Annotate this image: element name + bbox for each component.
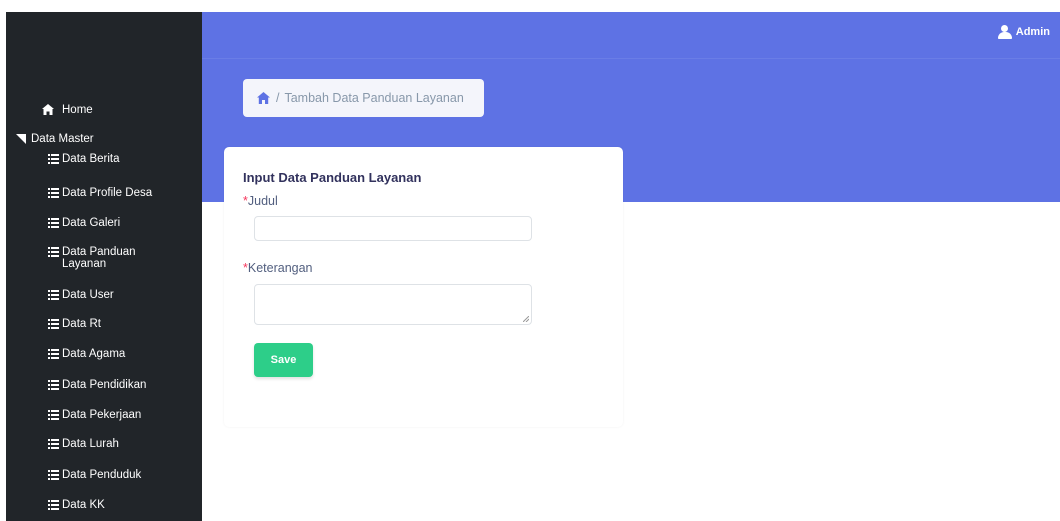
- sidebar-item-label: Data Lurah: [62, 438, 119, 450]
- topbar: Admin: [202, 12, 1060, 59]
- judul-label-text: Judul: [247, 194, 278, 208]
- list-icon: [48, 380, 59, 390]
- keterangan-label-text: Keterangan: [247, 261, 313, 275]
- sidebar-item-data-user[interactable]: Data User: [48, 289, 198, 301]
- sidebar-item-data-master[interactable]: Data Master: [16, 133, 202, 145]
- breadcrumb: / Tambah Data Panduan Layanan: [243, 79, 484, 117]
- list-icon: [48, 154, 59, 164]
- user-icon: [997, 25, 1012, 39]
- sidebar-item-data-kk[interactable]: Data KK: [48, 499, 198, 511]
- sidebar-item-label: Data User: [62, 289, 114, 301]
- sidebar-item-label: Data Master: [31, 133, 94, 145]
- sidebar-item-label: Home: [62, 104, 93, 116]
- list-icon: [48, 218, 59, 228]
- sidebar-item-label: Data Berita: [62, 153, 120, 165]
- user-menu[interactable]: Admin: [997, 25, 1050, 39]
- list-icon: [48, 319, 59, 329]
- save-button[interactable]: Save: [254, 343, 313, 377]
- list-icon: [48, 410, 59, 420]
- form-title: Input Data Panduan Layanan: [243, 170, 422, 185]
- list-icon: [48, 439, 59, 449]
- sidebar-item-data-panduan-layanan[interactable]: Data Panduan Layanan: [48, 246, 148, 270]
- sidebar-item-data-pekerjaan[interactable]: Data Pekerjaan: [48, 409, 198, 421]
- judul-label: *Judul: [243, 194, 278, 208]
- sidebar-item-label: Data Pekerjaan: [62, 409, 142, 421]
- window-frame-top: [0, 0, 1060, 12]
- caret-down-icon: [16, 134, 26, 144]
- sidebar-item-data-profile-desa[interactable]: Data Profile Desa: [48, 187, 198, 199]
- home-icon[interactable]: [257, 92, 270, 104]
- sidebar-item-data-agama[interactable]: Data Agama: [48, 348, 198, 360]
- sidebar-item-label: Data Profile Desa: [62, 187, 153, 199]
- list-icon: [48, 500, 59, 510]
- sidebar-item-data-rt[interactable]: Data Rt: [48, 318, 198, 330]
- keterangan-textarea[interactable]: [254, 284, 532, 325]
- list-icon: [48, 470, 59, 480]
- sidebar-item-data-pendidikan[interactable]: Data Pendidikan: [48, 379, 198, 391]
- sidebar-item-label: Data KK: [62, 499, 105, 511]
- list-icon: [48, 247, 59, 257]
- sidebar-item-label: Data Pendidikan: [62, 379, 147, 391]
- sidebar-item-label: Data Panduan Layanan: [62, 246, 136, 270]
- sidebar-item-data-berita[interactable]: Data Berita: [48, 153, 198, 165]
- sidebar-item-label: Data Galeri: [62, 217, 121, 229]
- sidebar-item-home[interactable]: Home: [42, 104, 202, 118]
- form-card: Input Data Panduan Layanan *Judul *Keter…: [224, 147, 623, 427]
- judul-input[interactable]: [254, 216, 532, 241]
- user-name: Admin: [1015, 26, 1050, 38]
- sidebar-item-label: Data Rt: [62, 318, 101, 330]
- list-icon: [48, 349, 59, 359]
- sidebar-item-label: Data Penduduk: [62, 469, 142, 481]
- sidebar: Home Data Master Data Berita Data Profil…: [6, 12, 202, 521]
- breadcrumb-current: Tambah Data Panduan Layanan: [284, 91, 464, 105]
- keterangan-label: *Keterangan: [243, 261, 313, 275]
- resize-grip-icon[interactable]: [523, 316, 529, 322]
- home-icon: [42, 104, 54, 118]
- sidebar-item-data-lurah[interactable]: Data Lurah: [48, 438, 198, 450]
- sidebar-item-data-penduduk[interactable]: Data Penduduk: [48, 469, 198, 481]
- sidebar-item-label: Data Agama: [62, 348, 126, 360]
- breadcrumb-separator: /: [276, 91, 280, 105]
- list-icon: [48, 290, 59, 300]
- sidebar-item-data-galeri[interactable]: Data Galeri: [48, 217, 198, 229]
- list-icon: [48, 188, 59, 198]
